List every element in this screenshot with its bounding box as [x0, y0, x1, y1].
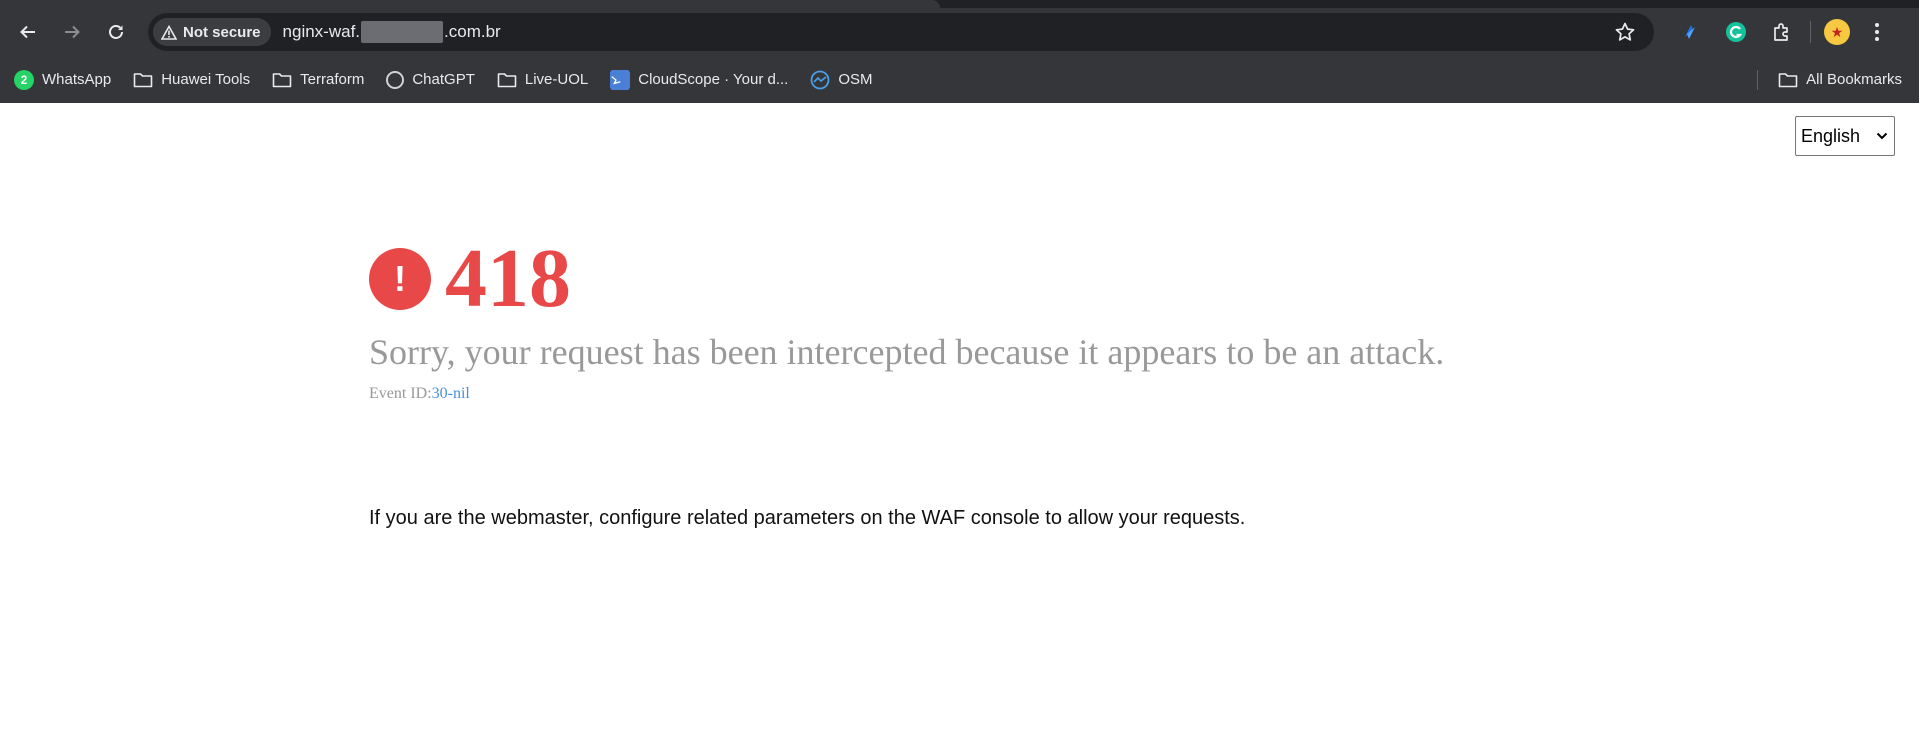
- toolbar-right: ★: [1672, 14, 1889, 50]
- star-icon: [1615, 22, 1635, 41]
- profile-button[interactable]: ★: [1819, 14, 1855, 50]
- folder-icon: [133, 72, 153, 87]
- folder-icon: [497, 72, 517, 87]
- copilot-extension-icon: [1685, 25, 1695, 39]
- error-code-row: ! 418: [369, 231, 1444, 327]
- warning-triangle-icon: [161, 24, 177, 40]
- reload-button[interactable]: [98, 14, 134, 50]
- grammarly-icon: [1726, 22, 1746, 42]
- bookmark-chatgpt[interactable]: ChatGPT: [386, 70, 475, 89]
- more-vertical-icon: [1875, 23, 1879, 41]
- exclamation-circle-icon: !: [369, 248, 431, 310]
- bookmark-terraform[interactable]: Terraform: [272, 71, 364, 88]
- bookmark-label: WhatsApp: [42, 71, 112, 88]
- extensions-button[interactable]: [1764, 14, 1800, 50]
- bookmarks-separator: [1757, 69, 1759, 90]
- extension-copilot-button[interactable]: [1672, 14, 1708, 50]
- whatsapp-badge: 2: [20, 72, 28, 87]
- extension-grammarly-button[interactable]: [1718, 14, 1754, 50]
- address-bar[interactable]: Not secure nginx-waf. .com.br: [148, 13, 1654, 51]
- chevron-down-icon: [1876, 132, 1888, 140]
- bookmarks-bar: 2 WhatsApp Huawei Tools Terraform ChatGP…: [0, 56, 1919, 103]
- bookmark-label: Terraform: [300, 71, 365, 88]
- reload-icon: [109, 25, 123, 39]
- avatar: ★: [1824, 19, 1850, 45]
- all-bookmarks-area: All Bookmarks: [1757, 56, 1902, 103]
- bookmark-osm[interactable]: OSM: [810, 70, 873, 90]
- puzzle-icon: [1774, 23, 1788, 41]
- folder-icon: [1778, 72, 1798, 87]
- browser-menu-button[interactable]: [1865, 14, 1889, 50]
- bookmark-label: CloudScope · Your d...: [638, 71, 789, 88]
- osm-icon: [810, 70, 830, 89]
- webmaster-message: If you are the webmaster, configure rela…: [369, 507, 1246, 529]
- error-code: 418: [445, 232, 571, 325]
- browser-toolbar: Not secure nginx-waf. .com.br ★: [0, 8, 1919, 56]
- event-id: Event ID:30-nil: [369, 385, 1444, 403]
- bookmark-label: Live-UOL: [524, 71, 589, 88]
- error-headline: Sorry, your request has been intercepted…: [369, 332, 1445, 372]
- chatgpt-icon: [386, 70, 405, 89]
- bookmark-whatsapp[interactable]: 2 WhatsApp: [14, 69, 112, 90]
- language-selected-value: English: [1801, 125, 1861, 146]
- arrow-left-icon: [20, 25, 35, 39]
- bookmark-live-uol[interactable]: Live-UOL: [497, 71, 588, 88]
- bookmark-label: OSM: [838, 71, 873, 88]
- browser-chrome: Not secure nginx-waf. .com.br ★ 2 WhatsA…: [0, 0, 1919, 103]
- security-label: Not secure: [183, 23, 261, 41]
- security-indicator[interactable]: Not secure: [153, 18, 271, 46]
- redacted-domain: [361, 21, 444, 43]
- event-id-value: 30-nil: [431, 385, 470, 402]
- whatsapp-icon: 2: [14, 69, 34, 90]
- back-button[interactable]: [10, 14, 46, 50]
- bookmark-cloudscope[interactable]: CloudScope · Your d...: [610, 69, 789, 90]
- toolbar-separator: [1810, 21, 1811, 43]
- error-block: ! 418 Sorry, your request has been inter…: [369, 231, 1444, 403]
- tab-strip: [0, 0, 1919, 8]
- url-suffix: .com.br: [444, 22, 501, 41]
- bookmark-label: ChatGPT: [412, 71, 475, 88]
- event-id-label: Event ID:: [369, 385, 432, 402]
- bookmark-star-button[interactable]: [1614, 21, 1636, 48]
- all-bookmarks-label: All Bookmarks: [1806, 71, 1902, 88]
- language-select[interactable]: English: [1795, 116, 1895, 156]
- bookmark-label: Huawei Tools: [161, 71, 251, 88]
- bookmark-huawei-tools[interactable]: Huawei Tools: [133, 71, 250, 88]
- arrow-right-icon: [65, 25, 80, 39]
- url-text[interactable]: nginx-waf. .com.br: [283, 21, 501, 43]
- cloudscope-icon: [610, 69, 631, 90]
- url-prefix: nginx-waf.: [282, 22, 361, 41]
- forward-button[interactable]: [54, 14, 90, 50]
- page-content: English ! 418 Sorry, your request has be…: [0, 103, 1919, 733]
- all-bookmarks-button[interactable]: All Bookmarks: [1778, 71, 1902, 88]
- active-tab[interactable]: [0, 0, 940, 8]
- folder-icon: [272, 72, 292, 87]
